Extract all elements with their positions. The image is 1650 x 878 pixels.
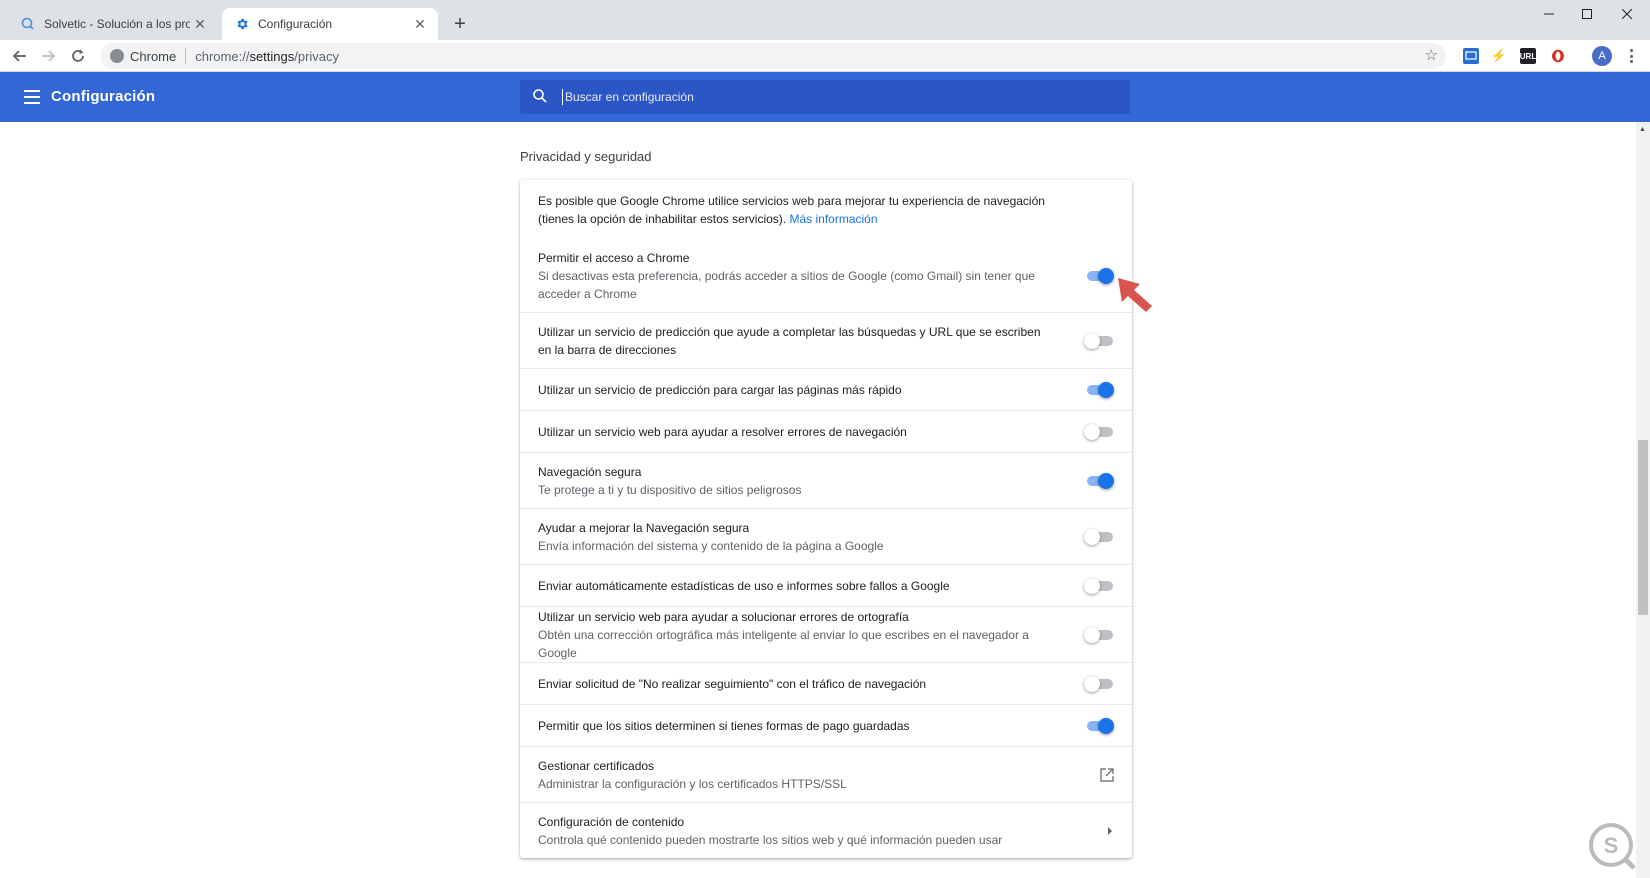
settings-row[interactable]: Utilizar un servicio web para ayudar a r…: [520, 410, 1132, 452]
row-subtitle: Administrar la configuración y los certi…: [538, 776, 847, 791]
site-label: Chrome: [130, 48, 177, 64]
settings-row[interactable]: Gestionar certificados Administrar la con…: [520, 746, 1132, 802]
gear-icon: [234, 16, 250, 32]
chrome-menu-icon[interactable]: [1625, 46, 1637, 66]
privacy-card: Es posible que Google Chrome utilice ser…: [520, 180, 1132, 858]
row-text: Gestionar certificados Administrar la con…: [538, 757, 1084, 793]
row-title: Permitir que los sitios determinen si ti…: [538, 718, 910, 733]
row-title: Utilizar un servicio de predicción que a…: [538, 324, 1041, 357]
url-text[interactable]: chrome://settings/privacy: [195, 49, 339, 64]
bookmark-star-icon[interactable]: ☆: [1425, 46, 1438, 64]
settings-content: Privacidad y seguridad Es posible que Go…: [0, 122, 1636, 878]
toggle-switch[interactable]: [1084, 423, 1114, 441]
address-bar[interactable]: Chrome chrome://settings/privacy ☆: [100, 43, 1446, 69]
row-title: Utilizar un servicio de predicción para …: [538, 382, 902, 397]
settings-row[interactable]: Enviar automáticamente estadísticas de u…: [520, 564, 1132, 606]
row-text: Permitir el acceso a Chrome Si desactivas…: [538, 249, 1084, 303]
chrome-icon: [110, 49, 124, 63]
solvetic-favicon-icon: [20, 16, 36, 32]
close-tab-icon[interactable]: ✕: [190, 14, 210, 34]
settings-search[interactable]: [520, 80, 1130, 114]
extension-2-icon[interactable]: ⚡: [1491, 48, 1507, 64]
row-title: Enviar solicitud de "No realizar seguimi…: [538, 676, 927, 691]
tab-solvetic[interactable]: Solvetic - Solución a los problem ✕: [8, 8, 218, 40]
scrollbar[interactable]: ▲: [1636, 122, 1650, 878]
row-text: Utilizar un servicio web para ayudar a r…: [538, 423, 1084, 441]
toggle-switch[interactable]: [1084, 626, 1114, 644]
profile-avatar[interactable]: A: [1592, 46, 1612, 66]
toggle-switch[interactable]: [1084, 332, 1114, 350]
toggle-switch[interactable]: [1084, 717, 1114, 735]
row-title: Configuración de contenido: [538, 814, 685, 829]
row-subtitle: Obtén una corrección ortográfica más int…: [538, 627, 1029, 660]
new-tab-button[interactable]: +: [448, 12, 472, 36]
annotation-arrow-icon: [1118, 278, 1152, 312]
settings-row[interactable]: Configuración de contenido Controla qué c…: [520, 802, 1132, 858]
chevron-right-icon[interactable]: [1084, 822, 1114, 840]
settings-header: Configuración: [0, 72, 1650, 122]
row-title: Permitir el acceso a Chrome: [538, 251, 690, 265]
browser-toolbar: Chrome chrome://settings/privacy ☆ ⚡ URL…: [0, 40, 1650, 72]
row-subtitle: Te protege a ti y tu dispositivo de siti…: [538, 482, 802, 497]
row-subtitle: Controla qué contenido pueden mostrarte …: [538, 832, 1003, 847]
solvetic-logo-icon: S: [1589, 823, 1636, 870]
toggle-switch[interactable]: [1084, 675, 1114, 693]
row-title: Utilizar un servicio web para ayudar a s…: [538, 609, 909, 624]
row-subtitle: Envía información del sistema y contenid…: [538, 538, 884, 553]
back-button[interactable]: [8, 44, 32, 68]
toggle-switch[interactable]: [1084, 472, 1114, 490]
scroll-up-icon[interactable]: ▲: [1639, 126, 1646, 133]
settings-row[interactable]: Ayudar a mejorar la Navegación segura Env…: [520, 508, 1132, 564]
search-input[interactable]: [562, 89, 1130, 105]
hamburger-menu-icon[interactable]: [24, 90, 40, 104]
intro-row: Es posible que Google Chrome utilice ser…: [520, 180, 1132, 240]
settings-row[interactable]: Permitir el acceso a Chrome Si desactivas…: [520, 240, 1132, 312]
tab-title: Configuración: [258, 17, 333, 31]
forward-button[interactable]: [36, 44, 60, 68]
more-info-link[interactable]: Más información: [789, 212, 877, 226]
settings-row[interactable]: Utilizar un servicio de predicción para …: [520, 368, 1132, 410]
section-title: Privacidad y seguridad: [520, 149, 652, 164]
svg-text:S: S: [1604, 833, 1619, 858]
tab-configuracion[interactable]: Configuración ✕: [222, 8, 438, 40]
settings-row[interactable]: Utilizar un servicio de predicción que a…: [520, 312, 1132, 368]
tab-strip: Solvetic - Solución a los problem ✕ Conf…: [0, 0, 1650, 40]
open-in-new-icon[interactable]: [1084, 766, 1114, 784]
row-text: Utilizar un servicio web para ayudar a s…: [538, 608, 1084, 662]
omnibox-separator: [185, 48, 187, 64]
intro-text: Es posible que Google Chrome utilice ser…: [538, 194, 1045, 226]
close-tab-icon[interactable]: ✕: [410, 14, 430, 34]
settings-row[interactable]: Enviar solicitud de "No realizar seguimi…: [520, 662, 1132, 704]
settings-row[interactable]: Permitir que los sitios determinen si ti…: [520, 704, 1132, 746]
toggle-switch[interactable]: [1084, 577, 1114, 595]
row-text: Enviar solicitud de "No realizar seguimi…: [538, 675, 1084, 693]
page-title: Configuración: [51, 88, 156, 105]
row-text: Enviar automáticamente estadísticas de u…: [538, 577, 1084, 595]
settings-row[interactable]: Navegación segura Te protege a ti y tu di…: [520, 452, 1132, 508]
row-text: Navegación segura Te protege a ti y tu di…: [538, 463, 1084, 499]
row-subtitle: Si desactivas esta preferencia, podrás a…: [538, 269, 1035, 301]
row-text: Utilizar un servicio de predicción que a…: [538, 323, 1084, 359]
row-title: Ayudar a mejorar la Navegación segura: [538, 520, 750, 535]
row-title: Utilizar un servicio web para ayudar a r…: [538, 424, 907, 439]
toggle-switch[interactable]: [1084, 528, 1114, 546]
search-icon: [532, 88, 550, 106]
row-title: Enviar automáticamente estadísticas de u…: [538, 578, 950, 593]
url-extension-icon[interactable]: URL: [1520, 48, 1536, 64]
scroll-thumb[interactable]: [1638, 440, 1648, 615]
window-close-button[interactable]: [1604, 0, 1650, 28]
settings-row[interactable]: Utilizar un servicio web para ayudar a s…: [520, 606, 1132, 662]
row-text: Utilizar un servicio de predicción para …: [538, 381, 1084, 399]
row-text: Permitir que los sitios determinen si ti…: [538, 717, 1084, 735]
row-title: Navegación segura: [538, 464, 642, 479]
toggle-switch[interactable]: [1084, 381, 1114, 399]
reload-button[interactable]: [66, 44, 90, 68]
row-text: Configuración de contenido Controla qué c…: [538, 813, 1084, 849]
row-text: Ayudar a mejorar la Navegación segura Env…: [538, 519, 1084, 555]
extension-1-icon[interactable]: [1463, 48, 1479, 64]
row-title: Gestionar certificados: [538, 758, 655, 773]
tab-title: Solvetic - Solución a los problem: [44, 17, 190, 31]
toggle-switch[interactable]: [1084, 267, 1114, 285]
opera-icon[interactable]: [1550, 48, 1566, 64]
